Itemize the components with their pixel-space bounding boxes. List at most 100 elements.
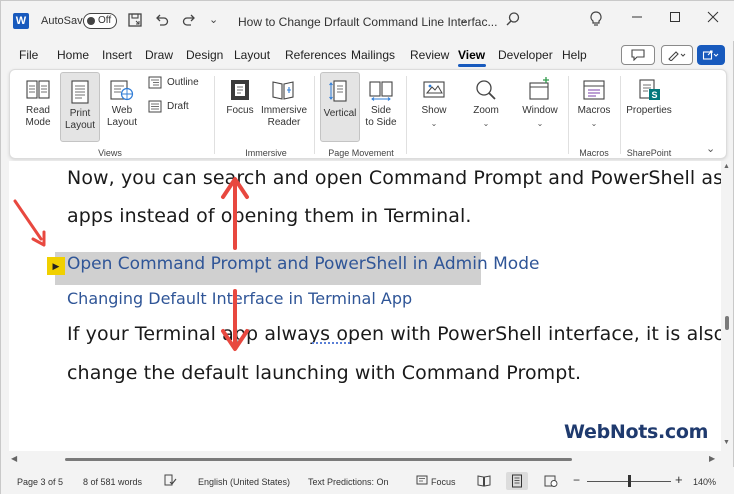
- proofing-icon[interactable]: [163, 473, 177, 489]
- outline-label: Outline: [167, 77, 199, 88]
- tab-help[interactable]: Help: [562, 48, 587, 62]
- outline-button[interactable]: Outline: [148, 76, 199, 89]
- body-paragraph-line: If your Terminal app always open with Po…: [67, 323, 721, 345]
- window-dropdown-icon: ⌄: [536, 119, 544, 128]
- autosave-toggle[interactable]: Off: [83, 13, 117, 29]
- close-icon[interactable]: [707, 10, 719, 28]
- comments-button[interactable]: [621, 45, 655, 65]
- read-mode-icon: [26, 80, 50, 99]
- scroll-right-icon[interactable]: ▶: [709, 454, 715, 463]
- tab-view[interactable]: View: [458, 48, 485, 62]
- read-mode-view-icon[interactable]: [473, 472, 495, 490]
- title-dropdown-icon[interactable]: ⌄: [459, 13, 468, 26]
- tab-review[interactable]: Review: [410, 48, 449, 62]
- collapse-ribbon-icon[interactable]: ⌄: [706, 142, 715, 155]
- text-predictions-status[interactable]: Text Predictions: On: [308, 477, 389, 487]
- ribbon-divider: [214, 76, 215, 154]
- scroll-down-icon[interactable]: ▼: [723, 439, 730, 446]
- lightbulb-icon[interactable]: [589, 11, 603, 31]
- macros-group-label: Macros: [579, 148, 609, 158]
- editing-mode-button[interactable]: [661, 45, 693, 65]
- zoom-button[interactable]: Zoom ⌄: [466, 76, 506, 142]
- window-button[interactable]: Window ⌄: [518, 74, 562, 140]
- immersive-reader-button[interactable]: Immersive Reader: [260, 76, 308, 138]
- undo-icon[interactable]: [154, 12, 170, 32]
- ribbon-divider: [406, 76, 407, 154]
- customize-quick-access-icon[interactable]: ⌄: [209, 13, 218, 26]
- zoom-out-button[interactable]: −: [573, 473, 580, 487]
- tab-design[interactable]: Design: [186, 48, 223, 62]
- horizontal-scrollbar[interactable]: ◀ ▶: [9, 453, 721, 465]
- save-icon[interactable]: [127, 12, 143, 32]
- tab-file[interactable]: File: [19, 48, 38, 62]
- word-logo-icon: W: [13, 13, 29, 29]
- search-icon[interactable]: [505, 11, 521, 32]
- body-paragraph-line: apps instead of opening them in Terminal…: [67, 205, 472, 227]
- read-mode-button[interactable]: Read Mode: [16, 76, 60, 138]
- show-label: Show: [421, 105, 447, 116]
- scroll-left-icon[interactable]: ◀: [11, 454, 17, 463]
- web-layout-view-icon[interactable]: [540, 472, 562, 490]
- minimize-icon[interactable]: [631, 10, 643, 28]
- status-bar: Page 3 of 5 8 of 581 words English (Unit…: [1, 467, 734, 494]
- word-window: W AutoSave Off ⌄ How to Change Drfault C…: [0, 0, 734, 494]
- focus-status-label[interactable]: Focus: [431, 477, 456, 487]
- side-to-side-icon: [369, 81, 393, 101]
- redo-icon[interactable]: [181, 12, 197, 32]
- macros-dropdown-icon: ⌄: [590, 119, 598, 128]
- show-icon: [423, 81, 445, 98]
- show-dropdown-icon: ⌄: [430, 119, 438, 128]
- window-icon: [529, 77, 549, 100]
- page-count[interactable]: Page 3 of 5: [17, 477, 63, 487]
- tab-mailings[interactable]: Mailings: [351, 48, 395, 62]
- macros-button[interactable]: Macros ⌄: [572, 76, 616, 142]
- properties-icon: S: [639, 79, 660, 100]
- scroll-up-icon[interactable]: ▲: [723, 163, 730, 170]
- tab-draw[interactable]: Draw: [145, 48, 173, 62]
- share-button[interactable]: [697, 45, 725, 65]
- focus-mode-icon[interactable]: [415, 473, 429, 489]
- sharepoint-group-label: SharePoint: [626, 148, 672, 158]
- zoom-in-button[interactable]: +: [675, 472, 683, 487]
- tab-home[interactable]: Home: [57, 48, 89, 62]
- tab-references[interactable]: References: [285, 48, 346, 62]
- outline-icon: [148, 76, 162, 89]
- zoom-icon: [476, 80, 496, 100]
- ribbon: Read Mode Print Layout Web Layout Outlin…: [9, 69, 727, 159]
- word-count[interactable]: 8 of 581 words: [83, 477, 142, 487]
- horizontal-scroll-thumb[interactable]: [65, 458, 572, 461]
- focus-button[interactable]: Focus: [222, 76, 258, 138]
- tab-layout[interactable]: Layout: [234, 48, 270, 62]
- macros-label: Macros: [577, 105, 611, 116]
- zoom-label: Zoom: [473, 105, 499, 116]
- language-indicator[interactable]: English (United States): [198, 477, 290, 487]
- web-layout-button[interactable]: Web Layout: [102, 76, 142, 138]
- ribbon-divider: [314, 76, 315, 154]
- zoom-slider-thumb[interactable]: [628, 475, 631, 487]
- ribbon-divider: [620, 76, 621, 154]
- print-layout-label: Print Layout: [64, 108, 96, 131]
- show-button[interactable]: Show ⌄: [414, 76, 454, 142]
- side-to-side-button[interactable]: Side to Side: [362, 76, 400, 138]
- body-paragraph-line: Now, you can search and open Command Pro…: [67, 167, 721, 189]
- vertical-button[interactable]: Vertical: [320, 72, 360, 142]
- immersive-reader-label: Immersive Reader: [260, 105, 308, 128]
- zoom-dropdown-icon: ⌄: [482, 119, 490, 128]
- zoom-level[interactable]: 140%: [693, 477, 716, 487]
- document-canvas[interactable]: Now, you can search and open Command Pro…: [9, 161, 721, 451]
- toggle-knob: [87, 17, 95, 25]
- draft-button[interactable]: Draft: [148, 100, 189, 113]
- maximize-icon[interactable]: [669, 10, 681, 28]
- autosave-state: Off: [98, 15, 112, 26]
- print-layout-button[interactable]: Print Layout: [60, 72, 100, 142]
- webnots-watermark: WebNots.com: [564, 421, 709, 443]
- vertical-scrollbar[interactable]: ▲ ▼: [721, 161, 733, 453]
- page-movement-group-label: Page Movement: [328, 148, 394, 158]
- print-layout-view-icon[interactable]: [506, 472, 528, 490]
- tab-insert[interactable]: Insert: [102, 48, 132, 62]
- collapse-heading-icon[interactable]: ▶: [47, 257, 65, 275]
- vertical-scroll-thumb[interactable]: [725, 316, 729, 330]
- properties-button[interactable]: S Properties: [624, 76, 674, 138]
- heading-1: Open Command Prompt and PowerShell in Ad…: [67, 254, 540, 274]
- tab-developer[interactable]: Developer: [498, 48, 553, 62]
